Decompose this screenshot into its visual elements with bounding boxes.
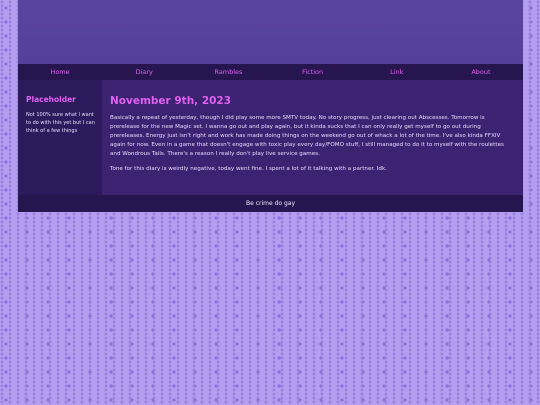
- nav-link-link[interactable]: Link: [355, 68, 439, 76]
- sidebar-title: Placeholder: [26, 95, 76, 104]
- post-title: November 9th, 2023: [110, 95, 232, 107]
- post-paragraph: Basically a repeat of yesterday, though …: [110, 115, 504, 158]
- main-nav: Home Diary Rambles Fiction Link About: [18, 64, 523, 80]
- nav-rambles-link[interactable]: Rambles: [186, 68, 270, 76]
- nav-home-link[interactable]: Home: [18, 68, 102, 76]
- page-container: Home Diary Rambles Fiction Link About Pl…: [18, 0, 523, 212]
- content-row: Placeholder Not 100% sure what I want to…: [18, 80, 523, 195]
- nav-about-link[interactable]: About: [439, 68, 523, 76]
- nav-diary-link[interactable]: Diary: [102, 68, 186, 76]
- sidebar-text: Not 100% sure what I want to do with thi…: [26, 112, 95, 134]
- sidebar: Placeholder Not 100% sure what I want to…: [18, 80, 102, 195]
- footer: Be crime do gay: [18, 195, 523, 212]
- header-banner: [18, 0, 523, 64]
- nav-fiction-link[interactable]: Fiction: [271, 68, 355, 76]
- post-paragraph: Tone for this diary is weirdly negative,…: [110, 166, 387, 173]
- footer-text: Be crime do gay: [245, 200, 295, 207]
- main-content: November 9th, 2023 Basically a repeat of…: [102, 80, 523, 195]
